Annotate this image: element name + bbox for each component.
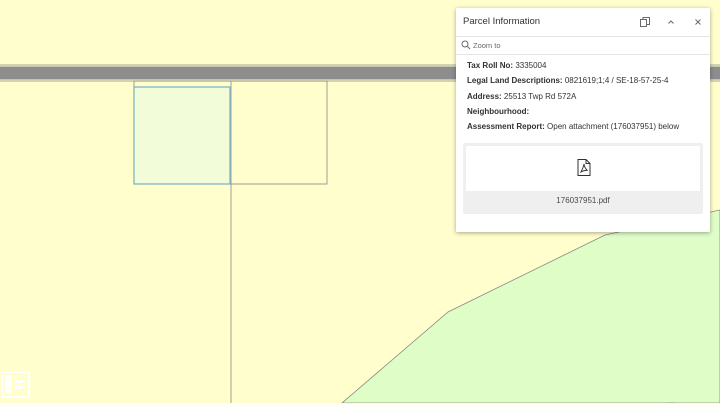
- attachment-thumbnail: [466, 146, 700, 191]
- search-icon: [461, 40, 471, 50]
- field-label: Assessment Report:: [467, 122, 545, 132]
- pdf-icon: [577, 159, 591, 176]
- zoom-to-label: Zoom to: [473, 41, 501, 50]
- field-value: Open attachment (176037951) below: [547, 122, 680, 132]
- attribution-bar: ···: [0, 400, 720, 407]
- field-legal-land: Legal Land Descriptions: 0821619;1;4 / S…: [467, 75, 710, 90]
- field-label: Tax Roll No:: [467, 61, 514, 70]
- attribution-icon: ···: [668, 400, 673, 406]
- attachment-file-name: 176037951.pdf: [556, 196, 610, 205]
- close-button[interactable]: [690, 14, 706, 30]
- parcel-popup: Parcel Information Zoom to Tax Roll No: …: [456, 8, 710, 232]
- field-label: Legal Land Descriptions:: [467, 76, 563, 86]
- field-neighbourhood: Neighbourhood:: [467, 106, 710, 121]
- attachment-card[interactable]: 176037951.pdf: [463, 143, 703, 214]
- field-label: Neighbourhood:: [467, 106, 530, 116]
- popup-header: Parcel Information: [456, 8, 710, 37]
- attribute-list: Tax Roll No: 3335004 Legal Land Descript…: [456, 55, 710, 136]
- field-tax-roll: Tax Roll No: 3335004: [467, 60, 710, 75]
- popup-title: Parcel Information: [463, 16, 541, 27]
- field-label: Address:: [467, 91, 502, 101]
- field-value: 25513 Twp Rd 572A: [503, 91, 577, 101]
- field-address: Address: 25513 Twp Rd 572A: [467, 91, 710, 106]
- zoom-to-button[interactable]: Zoom to: [456, 37, 710, 55]
- dock-icon: [640, 17, 650, 27]
- field-value: 0821619;1;4 / SE-18-57-25-4: [564, 76, 669, 86]
- collapse-icon: [668, 20, 674, 24]
- field-value: 3335004: [515, 61, 547, 70]
- close-icon: [695, 19, 701, 25]
- field-assessment-report: Assessment Report: Open attachment (1760…: [467, 121, 710, 136]
- collapse-button[interactable]: [663, 14, 679, 30]
- selected-parcel[interactable]: [133, 86, 231, 185]
- scale-icon: [1, 371, 30, 403]
- dock-button[interactable]: [637, 14, 653, 30]
